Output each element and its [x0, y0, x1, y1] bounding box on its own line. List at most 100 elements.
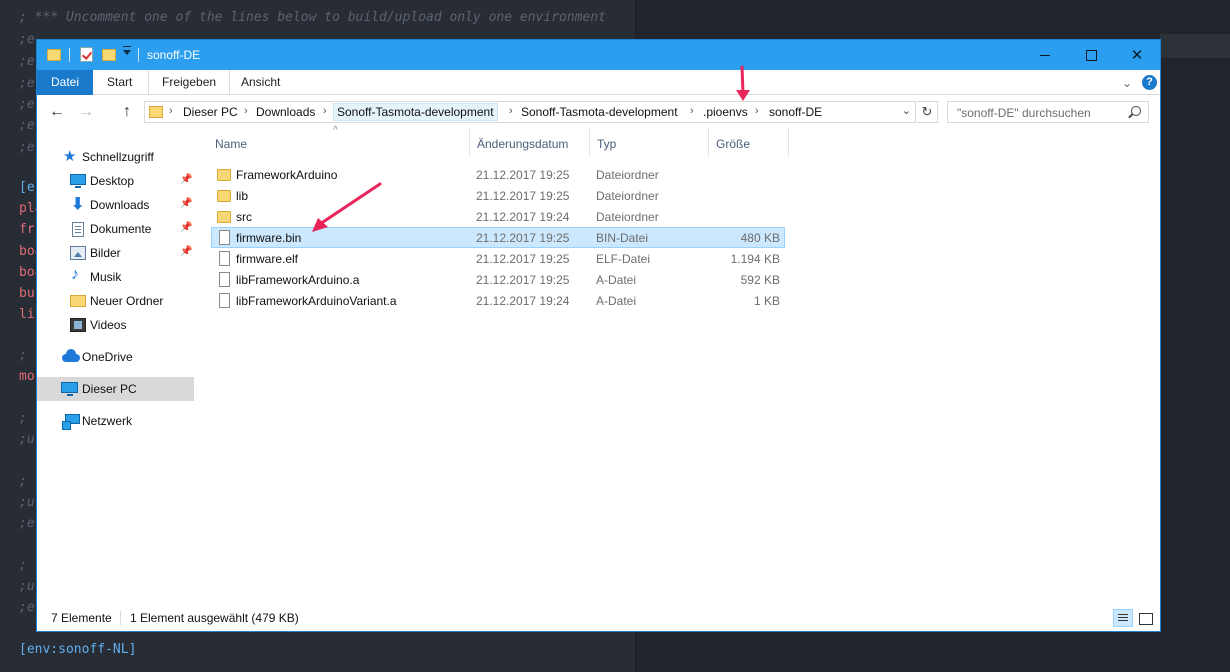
- file-icon: [219, 230, 230, 245]
- forward-button[interactable]: →: [78, 102, 94, 122]
- file-date: 21.12.2017 19:24: [476, 210, 570, 224]
- file-name: lib: [236, 189, 249, 203]
- pin-icon[interactable]: 📌: [180, 174, 192, 185]
- sidebar-item-onedrive[interactable]: OneDrive: [37, 345, 194, 369]
- code-line: li: [19, 307, 35, 322]
- breadcrumb-pioenvs[interactable]: .pioenvs: [703, 105, 748, 119]
- up-button[interactable]: ↑: [123, 102, 131, 122]
- sidebar-item-netzwerk[interactable]: Netzwerk: [37, 409, 194, 433]
- code-line: ;u: [19, 432, 35, 447]
- file-row[interactable]: src 21.12.2017 19:24 Dateiordner: [211, 206, 785, 227]
- breadcrumb-sonoff-de[interactable]: sonoff-DE: [769, 105, 822, 119]
- code-line: ; *** Uncomment one of the lines below t…: [19, 10, 606, 25]
- folder-icon: [47, 49, 61, 61]
- tab-ansicht[interactable]: Ansicht: [228, 70, 293, 95]
- new-folder-icon[interactable]: [102, 49, 116, 61]
- sidebar-item-videos[interactable]: Videos: [37, 313, 194, 337]
- properties-icon[interactable]: [80, 47, 93, 62]
- sidebar-item-label: Dokumente: [90, 222, 152, 236]
- code-line: bu: [19, 286, 35, 301]
- file-row[interactable]: libFrameworkArduino.a 21.12.2017 19:25 A-D…: [211, 269, 785, 290]
- file-type: A-Datei: [596, 273, 637, 287]
- sidebar-item-downloads[interactable]: ⬇ Downloads 📌: [37, 193, 194, 217]
- search-input[interactable]: "sonoff-DE" durchsuchen: [947, 101, 1149, 123]
- title-bar[interactable]: sonoff-DE ✕: [37, 40, 1160, 70]
- file-type: BIN-Datei: [596, 231, 649, 245]
- code-line: ;e: [19, 600, 35, 615]
- sidebar-item-label: Dieser PC: [82, 382, 137, 396]
- code-line: ;e: [19, 97, 35, 112]
- tab-freigeben[interactable]: Freigeben: [148, 70, 231, 95]
- tab-datei[interactable]: Datei: [37, 70, 93, 95]
- star-icon: ★: [63, 148, 77, 165]
- desktop-icon: [70, 174, 86, 188]
- column-header-type[interactable]: Typ: [590, 128, 709, 156]
- code-line: ;: [19, 474, 27, 489]
- help-icon[interactable]: ?: [1142, 75, 1157, 90]
- file-name: FrameworkArduino: [236, 168, 338, 182]
- toolbar-separator: [138, 48, 139, 62]
- column-header-size[interactable]: Größe: [709, 128, 789, 156]
- file-row[interactable]: libFrameworkArduinoVariant.a 21.12.2017 1…: [211, 290, 785, 311]
- file-date: 21.12.2017 19:25: [476, 273, 570, 287]
- address-dropdown-icon[interactable]: ⌄: [902, 104, 911, 117]
- search-icon[interactable]: [1131, 106, 1141, 116]
- file-row[interactable]: firmware.elf 21.12.2017 19:25 ELF-Datei 1.1…: [211, 248, 785, 269]
- sidebar-item-label: Videos: [90, 318, 127, 332]
- file-type: Dateiordner: [596, 210, 659, 224]
- file-size: 592 KB: [740, 273, 780, 287]
- sidebar-item-dokumente[interactable]: Dokumente 📌: [37, 217, 194, 241]
- column-header-name[interactable]: Name: [208, 128, 470, 156]
- customize-toolbar-icon[interactable]: [123, 46, 131, 55]
- navigation-pane: ★ Schnellzugriff Desktop 📌 ⬇ Downloads 📌…: [37, 128, 195, 606]
- file-row[interactable]: lib 21.12.2017 19:25 Dateiordner: [211, 185, 785, 206]
- expand-ribbon-icon[interactable]: ⌄: [1122, 76, 1132, 90]
- toolbar-separator: [69, 48, 70, 62]
- chevron-right-icon: ›: [323, 105, 327, 117]
- file-date: 21.12.2017 19:25: [476, 189, 570, 203]
- chevron-right-icon: ›: [755, 105, 759, 117]
- pin-icon[interactable]: 📌: [180, 246, 192, 257]
- selection-info: 1 Element ausgewählt (479 KB): [130, 611, 299, 625]
- navigation-bar: ← → ↑ › Dieser PC › Downloads › Sonoff-T…: [37, 96, 1160, 128]
- column-header-date[interactable]: Änderungsdatum: [470, 128, 590, 156]
- column-header-label: Name: [215, 137, 248, 151]
- pin-icon[interactable]: 📌: [180, 198, 192, 209]
- breadcrumb-dieser-pc[interactable]: Dieser PC: [183, 105, 238, 119]
- tab-start[interactable]: Start: [94, 70, 145, 95]
- minimize-button[interactable]: [1022, 40, 1068, 70]
- back-button[interactable]: ←: [49, 102, 65, 122]
- breadcrumb-sonoff-tasmota-development-inner[interactable]: Sonoff-Tasmota-development: [521, 105, 678, 119]
- sidebar-item-neuer-ordner[interactable]: Neuer Ordner: [37, 289, 194, 313]
- file-row[interactable]: firmware.bin 21.12.2017 19:25 BIN-Datei 480…: [211, 227, 785, 248]
- file-type: A-Datei: [596, 294, 637, 308]
- breadcrumb-sonoff-tasmota-development[interactable]: Sonoff-Tasmota-development: [333, 103, 498, 121]
- sidebar-item-dieser-pc[interactable]: Dieser PC: [37, 377, 194, 401]
- status-bar: 7 Elemente 1 Element ausgewählt (479 KB): [37, 605, 1160, 631]
- large-icons-view-button[interactable]: [1135, 609, 1155, 627]
- breadcrumb-downloads[interactable]: Downloads: [256, 105, 315, 119]
- refresh-button[interactable]: ↻: [917, 101, 938, 123]
- code-line: ;: [19, 411, 27, 426]
- download-icon: ⬇: [71, 196, 85, 213]
- address-bar[interactable]: › Dieser PC › Downloads › Sonoff-Tasmota…: [144, 101, 916, 123]
- sidebar-item-bilder[interactable]: Bilder 📌: [37, 241, 194, 265]
- close-button[interactable]: ✕: [1114, 40, 1160, 70]
- pin-icon[interactable]: 📌: [180, 222, 192, 233]
- file-icon: [219, 272, 230, 287]
- file-explorer-window: sonoff-DE ✕ Datei Start Freigeben Ansich…: [36, 39, 1161, 632]
- folder-icon: [70, 295, 86, 307]
- maximize-button[interactable]: [1068, 40, 1114, 70]
- code-line: ;e: [19, 516, 35, 531]
- sidebar-item-schnellzugriff[interactable]: ★ Schnellzugriff: [37, 145, 194, 169]
- sidebar-item-desktop[interactable]: Desktop 📌: [37, 169, 194, 193]
- item-count: 7 Elemente: [51, 611, 112, 625]
- file-icon: [219, 293, 230, 308]
- file-type: Dateiordner: [596, 189, 659, 203]
- sidebar-item-musik[interactable]: ♪ Musik: [37, 265, 194, 289]
- sidebar-item-label: Schnellzugriff: [82, 150, 154, 164]
- file-row[interactable]: FrameworkArduino 21.12.2017 19:25 Dateiord…: [211, 164, 785, 185]
- chevron-right-icon: ›: [244, 105, 248, 117]
- details-view-button[interactable]: [1113, 609, 1133, 627]
- code-line: fr: [19, 222, 35, 237]
